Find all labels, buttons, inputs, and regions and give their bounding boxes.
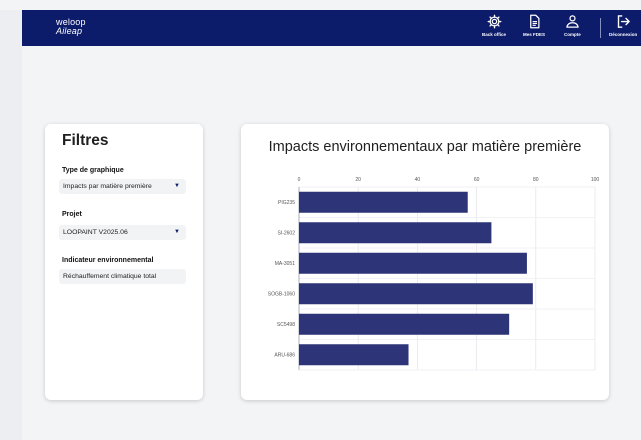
project-select[interactable]: LOOPAINT V2025.06 ▼ <box>59 225 186 240</box>
document-icon <box>529 14 539 29</box>
category-label: PIG235 <box>278 200 295 206</box>
top-navbar: weloop Aileap Back office Mes FDES Compt… <box>22 10 641 46</box>
chart-type-select[interactable]: Impacts par matière première ▼ <box>59 179 186 194</box>
dropdown-arrow-icon: ▼ <box>174 183 180 189</box>
category-label: MA-3051 <box>275 261 296 267</box>
nav-compte-label: Compte <box>564 32 581 37</box>
nav-back-office-label: Back office <box>482 32 507 37</box>
x-tick-label: 60 <box>474 177 480 183</box>
x-tick-label: 40 <box>415 177 421 183</box>
bar <box>299 252 527 274</box>
category-label: SOGB-1060 <box>268 292 295 298</box>
category-label: SI-2602 <box>277 231 295 237</box>
project-value: LOOPAINT V2025.06 <box>63 229 128 236</box>
logout-icon <box>617 15 630 28</box>
category-label: SC5498 <box>277 322 295 328</box>
side-strip <box>0 10 22 440</box>
category-label: ARU-686 <box>274 353 295 359</box>
indicator-value: Réchauffement climatique total <box>63 273 157 280</box>
project-label: Projet <box>62 211 82 218</box>
x-tick-label: 100 <box>591 177 600 183</box>
indicator-select[interactable]: Réchauffement climatique total <box>59 269 186 284</box>
dropdown-arrow-icon: ▼ <box>174 229 180 235</box>
chart-panel: Impacts environnementaux par matière pre… <box>241 124 609 400</box>
nav-deconnexion-label: Déconnexion <box>609 32 638 37</box>
bar-chart: 0 20 40 60 80 100 PIG235 SI-2602 MA-3051 SOGB-106… <box>268 177 600 371</box>
brand-logo[interactable]: weloop Aileap <box>56 18 86 36</box>
nav-back-office[interactable]: Back office <box>482 14 506 37</box>
chart-type-label: Type de graphique <box>62 167 124 174</box>
nav-mes-fdes[interactable]: Mes FDES <box>523 14 545 37</box>
nav-compte[interactable]: Compte <box>564 14 581 37</box>
bar <box>299 222 492 244</box>
bar <box>299 344 409 366</box>
bar <box>299 313 510 335</box>
x-tick-label: 20 <box>355 177 361 183</box>
filters-title: Filtres <box>62 132 109 149</box>
x-tick-label: 80 <box>533 177 539 183</box>
nav-mes-fdes-label: Mes FDES <box>523 32 546 37</box>
user-icon <box>566 15 579 28</box>
filters-panel: Filtres Type de graphique Impacts par ma… <box>45 124 203 400</box>
gear-icon <box>487 14 501 29</box>
nav-deconnexion[interactable]: Déconnexion <box>609 14 637 37</box>
nav-separator <box>600 18 601 38</box>
brand-line2: Aileap <box>56 26 83 36</box>
bar <box>299 283 533 305</box>
indicator-label: Indicateur environnemental <box>62 257 154 264</box>
x-tick-label: 0 <box>298 177 301 183</box>
chart-type-value: Impacts par matière première <box>63 183 152 190</box>
bar <box>299 191 468 213</box>
